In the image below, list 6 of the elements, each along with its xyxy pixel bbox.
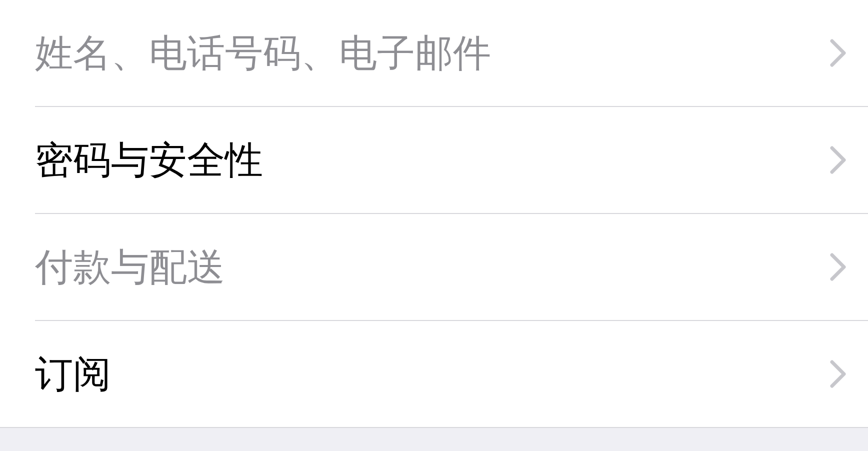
settings-row[interactable]: 密码与安全性 — [35, 107, 868, 214]
settings-row[interactable]: 订阅 — [35, 321, 868, 427]
chevron-right-icon — [830, 360, 846, 388]
chevron-right-icon — [830, 253, 846, 281]
chevron-right-icon — [830, 39, 846, 67]
chevron-right-icon — [830, 146, 846, 174]
